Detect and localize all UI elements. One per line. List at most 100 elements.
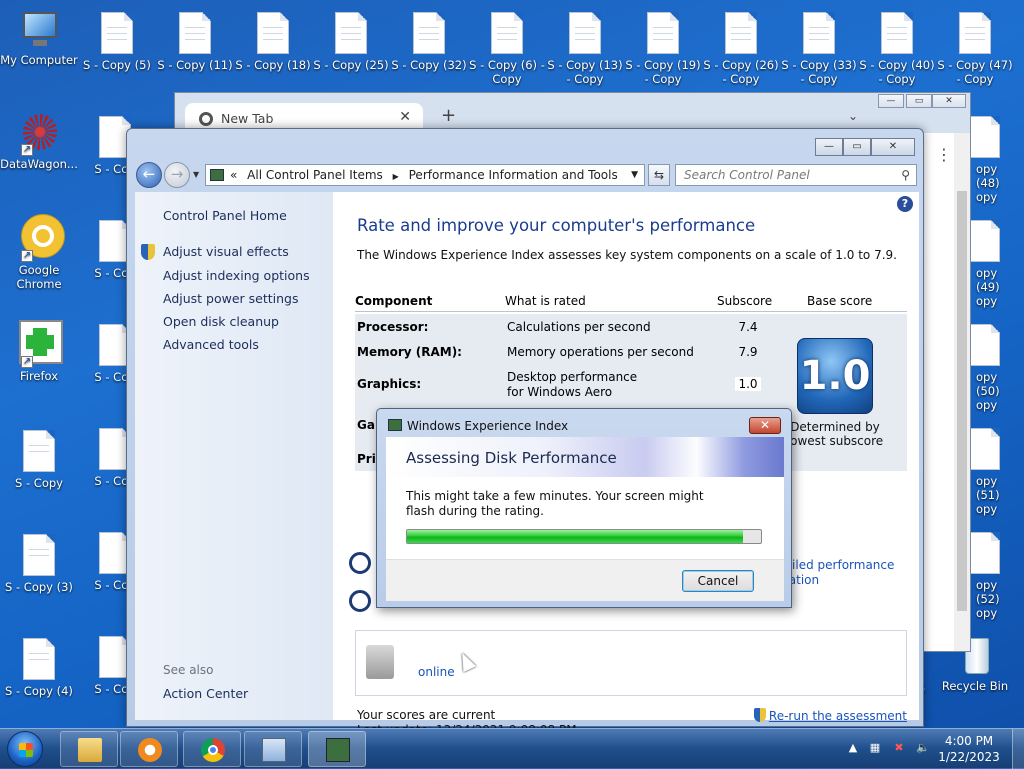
document-icon: [959, 12, 991, 54]
shortcut-arrow-icon: ↗: [21, 356, 33, 368]
document-icon: [23, 430, 55, 472]
rated-description: Memory operations per second: [507, 345, 694, 359]
column-header-subscore: Subscore: [717, 294, 773, 308]
breadcrumb-all-items[interactable]: All Control Panel Items: [247, 168, 383, 182]
chrome-close-button[interactable]: ✕: [932, 94, 966, 108]
online-link[interactable]: online: [418, 665, 455, 679]
tab-close-icon[interactable]: ✕: [399, 109, 411, 125]
control-panel-icon: [210, 169, 224, 181]
help-icon[interactable]: ?: [897, 196, 913, 212]
cancel-button[interactable]: Cancel: [682, 570, 754, 592]
breadcrumb-arrow-icon[interactable]: ▶: [393, 172, 399, 181]
desktop-icon-file[interactable]: S - Copy (33) - Copy: [780, 12, 858, 86]
clock-date: 1/22/2023: [938, 750, 1000, 764]
taskbar-explorer-button[interactable]: [60, 731, 118, 767]
desktop-icon-file[interactable]: S - Copy (18): [234, 12, 312, 72]
document-icon: [647, 12, 679, 54]
desktop-icon-label: S - Copy (26) - Copy: [703, 58, 779, 86]
search-icon[interactable]: ⚲: [901, 165, 910, 185]
desktop-icon-datawagon[interactable]: ↗ DataWagon...: [0, 112, 78, 171]
desktop-icon-file[interactable]: S - Copy (5): [78, 12, 156, 72]
desktop-icon-label: S - Copy (25): [313, 58, 389, 72]
desktop-icon-label: S - Copy (19) - Copy: [625, 58, 701, 86]
desktop-icon-label: opy (49) opy: [976, 266, 1000, 308]
advanced-tools-link[interactable]: Advanced tools: [163, 337, 259, 352]
desktop-icon-file[interactable]: S - Copy (47) - Copy: [936, 12, 1014, 86]
desktop-icon-file[interactable]: S - Copy (3): [0, 534, 78, 594]
wei-icon: [326, 738, 350, 762]
recent-pages-dropdown-icon[interactable]: ▼: [193, 170, 199, 179]
chrome-scrollbar[interactable]: [954, 133, 970, 651]
clock-time: 4:00 PM: [944, 734, 994, 748]
desktop-icon-google-chrome[interactable]: ↗ Google Chrome: [0, 214, 78, 291]
minimize-button[interactable]: —: [815, 138, 843, 156]
rerun-label: Re-run the assessment: [768, 709, 907, 723]
desktop-icon-file[interactable]: S - Copy (19) - Copy: [624, 12, 702, 86]
system-icon: [366, 645, 394, 679]
desktop-icon-label: S - Copy (13) - Copy: [547, 58, 623, 86]
address-bar[interactable]: « All Control Panel Items ▶ Performance …: [205, 164, 645, 186]
refresh-button[interactable]: ⇆: [648, 164, 670, 186]
close-button[interactable]: ✕: [871, 138, 915, 156]
component-name: Memory (RAM):: [357, 345, 462, 359]
show-desktop-button[interactable]: [1012, 729, 1024, 769]
desktop-icon-file[interactable]: S - Copy (11): [156, 12, 234, 72]
adjust-power-settings-link[interactable]: Adjust power settings: [163, 291, 299, 306]
clock[interactable]: 4:00 PM 1/22/2023: [934, 733, 1004, 765]
volume-icon[interactable]: 🔈: [916, 741, 930, 755]
document-icon: [881, 12, 913, 54]
desktop-icon-firefox[interactable]: ↗ Firefox: [0, 320, 78, 383]
folder-icon: [78, 738, 102, 762]
document-icon: [179, 12, 211, 54]
maximize-button[interactable]: ▭: [843, 138, 871, 156]
rerun-assessment-link[interactable]: Re-run the assessment: [753, 708, 907, 723]
desktop-icon-label: S - Copy (11): [157, 58, 233, 72]
breadcrumb-overflow[interactable]: «: [230, 168, 237, 182]
network-icon[interactable]: ▦: [868, 741, 882, 755]
window-controls: — ▭ ✕: [815, 138, 915, 156]
new-tab-button[interactable]: +: [441, 105, 456, 126]
document-icon: [725, 12, 757, 54]
computer-icon: [19, 8, 59, 50]
document-icon: [491, 12, 523, 54]
desktop-icon-label: S - Copy (40) - Copy: [859, 58, 935, 86]
adjust-indexing-options-link[interactable]: Adjust indexing options: [163, 268, 310, 283]
desktop-icon-file[interactable]: S - Copy (26) - Copy: [702, 12, 780, 86]
taskbar-media-player-button[interactable]: [120, 731, 178, 767]
shortcut-arrow-icon: ↗: [21, 144, 33, 156]
forward-button[interactable]: →: [164, 162, 190, 188]
desktop-icon-file[interactable]: S - Copy (4): [0, 638, 78, 698]
show-hidden-icons-icon[interactable]: ▲: [846, 741, 860, 755]
chrome-tab-strip: New Tab ✕ + ⌄ — ▭ ✕: [175, 93, 970, 133]
control-panel-home-link[interactable]: Control Panel Home: [163, 208, 287, 223]
intro-text: The Windows Experience Index assesses ke…: [357, 248, 897, 262]
desktop-icon-file[interactable]: S - Copy (13) - Copy: [546, 12, 624, 86]
chrome-maximize-button[interactable]: ▭: [906, 94, 932, 108]
breadcrumb-performance[interactable]: Performance Information and Tools: [409, 168, 618, 182]
dialog-close-button[interactable]: ✕: [749, 417, 781, 434]
back-button[interactable]: ←: [136, 162, 162, 188]
desktop-icon-file[interactable]: S - Copy (6) - Copy: [468, 12, 546, 86]
start-button[interactable]: [7, 731, 43, 767]
adjust-visual-effects-link[interactable]: Adjust visual effects: [163, 244, 289, 259]
desktop-icon-my-computer[interactable]: My Computer: [0, 8, 78, 67]
action-center-flag-icon[interactable]: ✖: [892, 741, 906, 755]
rated-description: Desktop performance for Windows Aero: [507, 370, 638, 399]
address-dropdown-icon[interactable]: ▼: [631, 165, 638, 185]
chevron-down-icon[interactable]: ⌄: [848, 109, 858, 123]
scrollbar-thumb[interactable]: [957, 191, 967, 611]
desktop-icon-file[interactable]: S - Copy (32): [390, 12, 468, 72]
chrome-minimize-button[interactable]: —: [878, 94, 904, 108]
chrome-menu-icon[interactable]: ⋮: [936, 145, 952, 164]
search-input[interactable]: Search Control Panel ⚲: [675, 164, 917, 186]
open-disk-cleanup-link[interactable]: Open disk cleanup: [163, 314, 279, 329]
document-icon: [968, 324, 1000, 366]
action-center-link[interactable]: Action Center: [163, 686, 248, 701]
dialog-footer: Cancel: [386, 559, 784, 601]
taskbar-wei-button[interactable]: [308, 731, 366, 767]
desktop-icon-file[interactable]: S - Copy: [0, 430, 78, 490]
desktop-icon-file[interactable]: S - Copy (40) - Copy: [858, 12, 936, 86]
taskbar-control-panel-button[interactable]: [244, 731, 302, 767]
taskbar-chrome-button[interactable]: [183, 731, 241, 767]
desktop-icon-file[interactable]: S - Copy (25): [312, 12, 390, 72]
